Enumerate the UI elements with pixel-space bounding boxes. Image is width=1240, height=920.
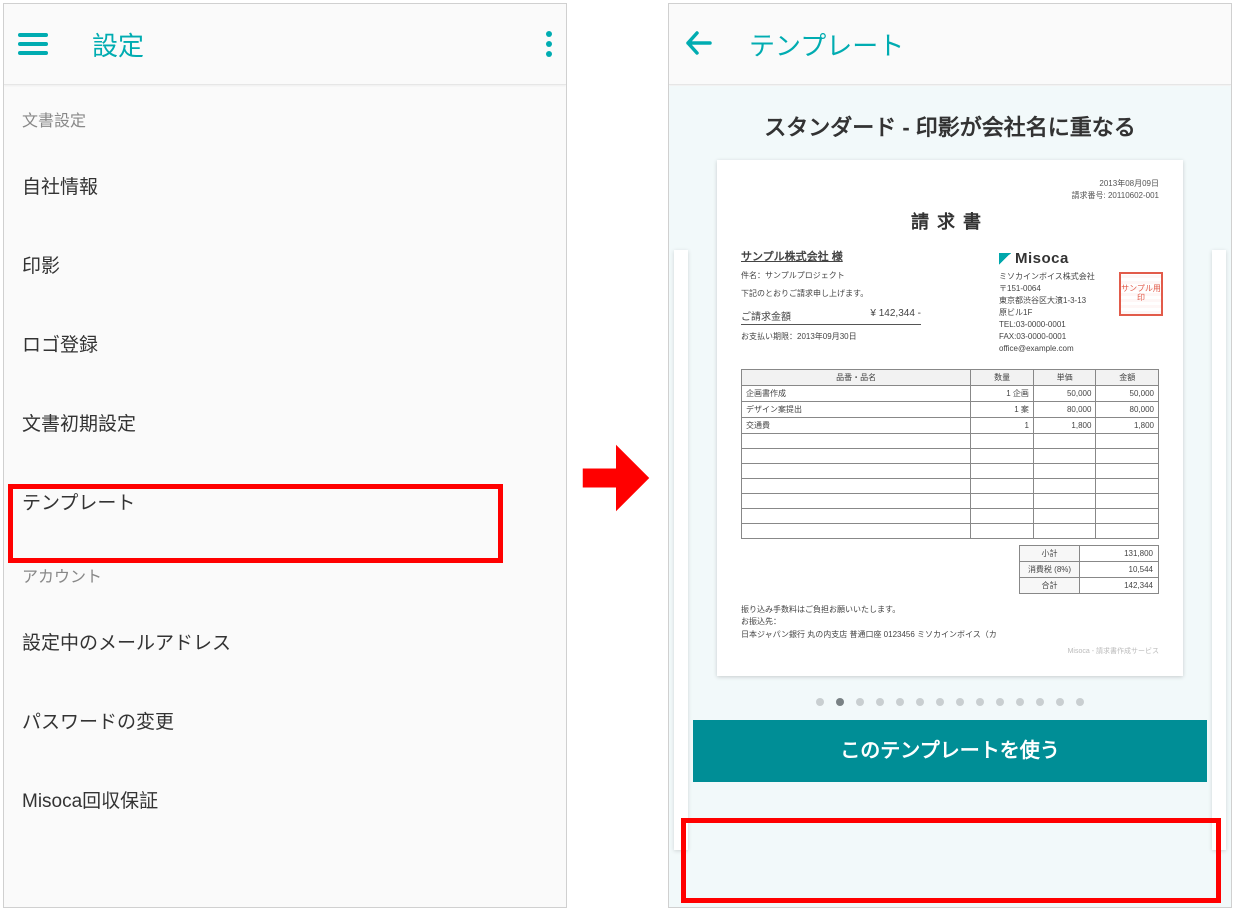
item-unit: 1,800 <box>1033 417 1096 433</box>
arrow-right-icon <box>578 433 654 523</box>
settings-screen: 設定 文書設定 自社情報 印影 ロゴ登録 文書初期設定 テンプレート アカウント… <box>3 3 567 908</box>
template-body: スタンダード - 印影が会社名に重なる 2013年08月09日 請求番号: 20… <box>669 86 1231 907</box>
invoice-meta: 2013年08月09日 請求番号: 20110602-001 <box>741 178 1159 202</box>
table-row-empty <box>742 493 1159 508</box>
pager-dot[interactable] <box>1056 698 1064 706</box>
bank-label: お振込先： <box>741 616 1159 629</box>
pager-dot[interactable] <box>1036 698 1044 706</box>
hamburger-icon[interactable] <box>18 33 48 55</box>
overflow-menu-icon[interactable] <box>546 31 552 57</box>
template-title: テンプレート <box>749 26 904 63</box>
pager-dot[interactable] <box>1016 698 1024 706</box>
item-qty: 1 <box>971 417 1034 433</box>
pager-dot[interactable] <box>876 698 884 706</box>
item-unit: 80,000 <box>1033 401 1096 417</box>
item-qty: 1 案 <box>971 401 1034 417</box>
template-screen: テンプレート スタンダード - 印影が会社名に重なる 2013年08月09日 請… <box>668 3 1232 908</box>
invoice-intro: 下記のとおりご請求申し上げます。 <box>741 288 941 300</box>
settings-title: 設定 <box>92 26 144 63</box>
pager-dot[interactable] <box>836 698 844 706</box>
totals-row: 小計131,800 <box>1020 545 1159 561</box>
menu-password[interactable]: パスワードの変更 <box>4 681 566 760</box>
invoice-brand-foot: Misoca - 請求書作成サービス <box>741 646 1159 656</box>
item-amount: 1,800 <box>1096 417 1159 433</box>
pager-dot[interactable] <box>896 698 904 706</box>
table-row-empty <box>742 478 1159 493</box>
section-label-document: 文書設定 <box>4 85 566 146</box>
invoice-totals: 小計131,800消費税 (8%)10,544合計142,344 <box>1019 545 1159 594</box>
item-name: 交通費 <box>742 417 971 433</box>
items-col-header: 品番・品名 <box>742 369 971 385</box>
footer-note: 振り込み手数料はご負担お願いいたします。 <box>741 604 1159 617</box>
menu-company-info[interactable]: 自社情報 <box>4 146 566 225</box>
back-arrow-icon[interactable] <box>683 29 713 59</box>
seal-stamp-icon: サンプル用印 <box>1119 272 1163 316</box>
template-pager[interactable] <box>669 698 1231 706</box>
invoice-footer: 振り込み手数料はご負担お願いいたします。 お振込先： 日本ジャパン銀行 丸の内支… <box>741 604 1159 642</box>
menu-doc-defaults[interactable]: 文書初期設定 <box>4 383 566 462</box>
table-row-empty <box>742 508 1159 523</box>
prev-template-peek[interactable] <box>674 250 688 850</box>
invoice-amount: ご請求金額 ¥ 142,344 - <box>741 308 921 325</box>
invoice-client: サンプル株式会社 様 <box>741 248 941 264</box>
pager-dot[interactable] <box>996 698 1004 706</box>
invoice-header-row: サンプル株式会社 様 件名：サンプルプロジェクト 下記のとおりご請求申し上げます… <box>741 248 1159 355</box>
menu-seal[interactable]: 印影 <box>4 225 566 304</box>
pager-dot[interactable] <box>816 698 824 706</box>
table-row: 企画書作成1 企画50,00050,000 <box>742 385 1159 401</box>
pager-dot[interactable] <box>916 698 924 706</box>
table-row: デザイン案提出1 案80,00080,000 <box>742 401 1159 417</box>
pager-dot[interactable] <box>936 698 944 706</box>
sender-email: office@example.com <box>999 343 1159 355</box>
totals-row: 合計142,344 <box>1020 577 1159 593</box>
invoice-sender: Misoca ミソカインボイス株式会社 〒151-0064 東京都渋谷区大濱1-… <box>999 248 1159 355</box>
item-name: デザイン案提出 <box>742 401 971 417</box>
next-template-peek[interactable] <box>1212 250 1226 850</box>
invoice-subject: 件名：サンプルプロジェクト <box>741 270 941 282</box>
current-template-name: スタンダード - 印影が会社名に重なる <box>669 86 1231 160</box>
totals-row: 消費税 (8%)10,544 <box>1020 561 1159 577</box>
item-name: 企画書作成 <box>742 385 971 401</box>
menu-template[interactable]: テンプレート <box>4 462 566 541</box>
template-preview[interactable]: 2013年08月09日 請求番号: 20110602-001 請求書 サンプル株… <box>717 160 1183 676</box>
item-qty: 1 企画 <box>971 385 1034 401</box>
table-row-empty <box>742 433 1159 448</box>
item-amount: 50,000 <box>1096 385 1159 401</box>
item-amount: 80,000 <box>1096 401 1159 417</box>
items-col-header: 数量 <box>971 369 1034 385</box>
menu-logo[interactable]: ロゴ登録 <box>4 304 566 383</box>
table-row: 交通費11,8001,800 <box>742 417 1159 433</box>
sender-tel: TEL:03-0000-0001 <box>999 319 1159 331</box>
item-unit: 50,000 <box>1033 385 1096 401</box>
pager-dot[interactable] <box>956 698 964 706</box>
pager-dot[interactable] <box>976 698 984 706</box>
use-template-button[interactable]: このテンプレートを使う <box>693 720 1207 782</box>
template-toolbar: テンプレート <box>669 4 1231 85</box>
invoice-items-table: 品番・品名数量単価金額 企画書作成1 企画50,00050,000デザイン案提出… <box>741 369 1159 539</box>
table-row-empty <box>742 448 1159 463</box>
logo-mark-icon <box>999 253 1011 265</box>
pager-dot[interactable] <box>1076 698 1084 706</box>
table-row-empty <box>742 463 1159 478</box>
items-col-header: 金額 <box>1096 369 1159 385</box>
table-row-empty <box>742 523 1159 538</box>
invoice-heading: 請求書 <box>741 208 1159 234</box>
sender-logo: Misoca <box>999 248 1159 271</box>
items-col-header: 単価 <box>1033 369 1096 385</box>
invoice-number: 請求番号: 20110602-001 <box>741 190 1159 202</box>
invoice-date: 2013年08月09日 <box>741 178 1159 190</box>
pager-dot[interactable] <box>856 698 864 706</box>
settings-toolbar: 設定 <box>4 4 566 85</box>
invoice-due: お支払い期限：2013年09月30日 <box>741 331 941 343</box>
sender-fax: FAX:03-0000-0001 <box>999 331 1159 343</box>
menu-misoca-guarantee[interactable]: Misoca回収保証 <box>4 760 566 839</box>
section-label-account: アカウント <box>4 541 566 602</box>
bank-info: 日本ジャパン銀行 丸の内支店 普通口座 0123456 ミソカインボイス（カ <box>741 629 1159 642</box>
menu-email[interactable]: 設定中のメールアドレス <box>4 602 566 681</box>
